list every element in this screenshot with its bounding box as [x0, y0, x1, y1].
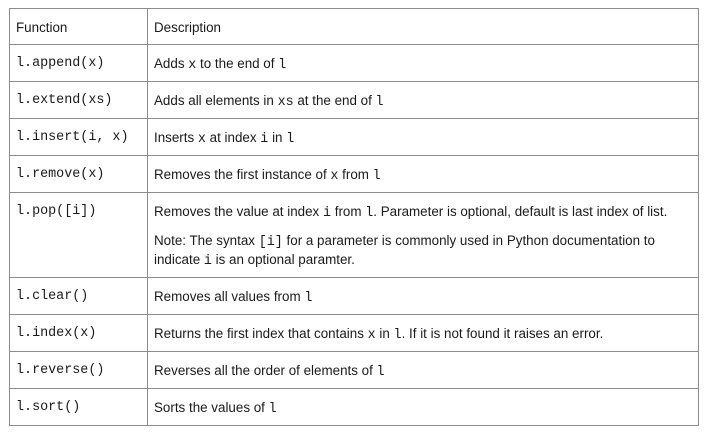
text-run: Sorts the values of	[154, 400, 269, 415]
inline-code: l	[376, 365, 385, 380]
text-run: to the end of	[196, 56, 279, 71]
inline-code: xs	[277, 95, 294, 110]
description-cell: Adds x to the end of l	[147, 44, 699, 82]
description-cell: Inserts x at index i in l	[147, 118, 699, 156]
text-run: in	[375, 326, 394, 341]
function-cell: l.append(x)	[9, 44, 148, 82]
table-row: l.remove(x) Removes the first instance of…	[9, 155, 699, 193]
text-run: in	[268, 130, 287, 145]
description-cell: Adds all elements in xs at the end of l	[147, 81, 699, 119]
inline-code: l	[304, 291, 313, 306]
table-row: l.sort() Sorts the values of l	[9, 388, 699, 426]
table-row: l.clear() Removes all values from l	[9, 277, 699, 315]
text-run: Note: The syntax	[154, 233, 259, 248]
text-run: Inserts	[154, 130, 198, 145]
table-row: l.index(x) Returns the first index that c…	[9, 314, 699, 352]
text-run: Adds all elements in	[154, 93, 278, 108]
text-run: Returns the first index that contains	[154, 326, 368, 341]
description-cell: Reverses all the order of elements of l	[147, 351, 699, 389]
function-cell: l.insert(i, x)	[9, 118, 148, 156]
inline-code: l	[393, 328, 402, 343]
function-cell: l.extend(xs)	[9, 81, 148, 119]
inline-code: i	[322, 206, 332, 221]
description-cell: Sorts the values of l	[147, 388, 699, 426]
function-cell: l.index(x)	[9, 314, 148, 352]
text-run: Removes all values from	[154, 289, 305, 304]
text-run: Removes the first instance of	[154, 167, 331, 182]
text-run: Reverses all the order of elements of	[154, 363, 377, 378]
text-run: from	[338, 167, 373, 182]
table-row: l.insert(i, x) Inserts x at index i in l	[9, 118, 699, 156]
list-methods-table: Function Description l.append(x) Adds x t…	[9, 8, 699, 426]
text-run: . Parameter is optional, default is last…	[373, 204, 668, 219]
description-text: Removes the value at index i from l. Par…	[154, 203, 692, 222]
inline-code: x	[197, 132, 206, 147]
inline-code: x	[367, 328, 376, 343]
inline-code: l	[268, 402, 277, 417]
text-run: at the end of	[293, 93, 376, 108]
table-row: l.extend(xs) Adds all elements in xs at t…	[9, 81, 699, 119]
text-run: Removes the value at index	[154, 204, 323, 219]
function-cell: l.clear()	[9, 277, 148, 315]
table-header-row: Function Description	[9, 8, 699, 45]
function-cell: l.reverse()	[9, 351, 148, 389]
description-cell: Removes the value at index i from l. Par…	[147, 192, 699, 278]
description-text: Adds all elements in xs at the end of l	[154, 92, 692, 111]
description-note: Note: The syntax [i] for a parameter is …	[154, 232, 692, 270]
table-body: l.append(x) Adds x to the end of l l.exten…	[9, 44, 699, 426]
inline-code: [i]	[258, 235, 283, 250]
description-text: Adds x to the end of l	[154, 55, 692, 74]
function-cell: l.sort()	[9, 388, 148, 426]
text-run: Adds	[154, 56, 189, 71]
description-text: Removes the first instance of x from l	[154, 166, 692, 185]
description-cell: Removes all values from l	[147, 277, 699, 315]
table-row: l.append(x) Adds x to the end of l	[9, 44, 699, 82]
description-text: Returns the first index that contains x …	[154, 325, 692, 344]
inline-code: l	[278, 58, 287, 73]
text-run: is an optional paramter.	[211, 252, 355, 267]
function-column-header: Function	[9, 8, 148, 45]
inline-code: l	[375, 95, 384, 110]
text-run: . If it is not found it raises an error.	[401, 326, 604, 341]
inline-code: l	[372, 169, 381, 184]
inline-code: i	[203, 254, 212, 269]
description-text: Reverses all the order of elements of l	[154, 362, 692, 381]
text-run: at index	[205, 130, 261, 145]
description-column-header: Description	[147, 8, 699, 45]
table-row: l.pop([i]) Removes the value at index i f…	[9, 192, 699, 278]
function-cell: l.pop([i])	[9, 192, 148, 278]
description-cell: Removes the first instance of x from l	[147, 155, 699, 193]
description-cell: Returns the first index that contains x …	[147, 314, 699, 352]
function-cell: l.remove(x)	[9, 155, 148, 193]
inline-code: l	[286, 132, 295, 147]
description-text: Inserts x at index i in l	[154, 129, 692, 148]
description-text: Sorts the values of l	[154, 399, 692, 418]
table-row: l.reverse() Reverses all the order of ele…	[9, 351, 699, 389]
description-text: Removes all values from l	[154, 288, 692, 307]
text-run: from	[331, 204, 366, 219]
